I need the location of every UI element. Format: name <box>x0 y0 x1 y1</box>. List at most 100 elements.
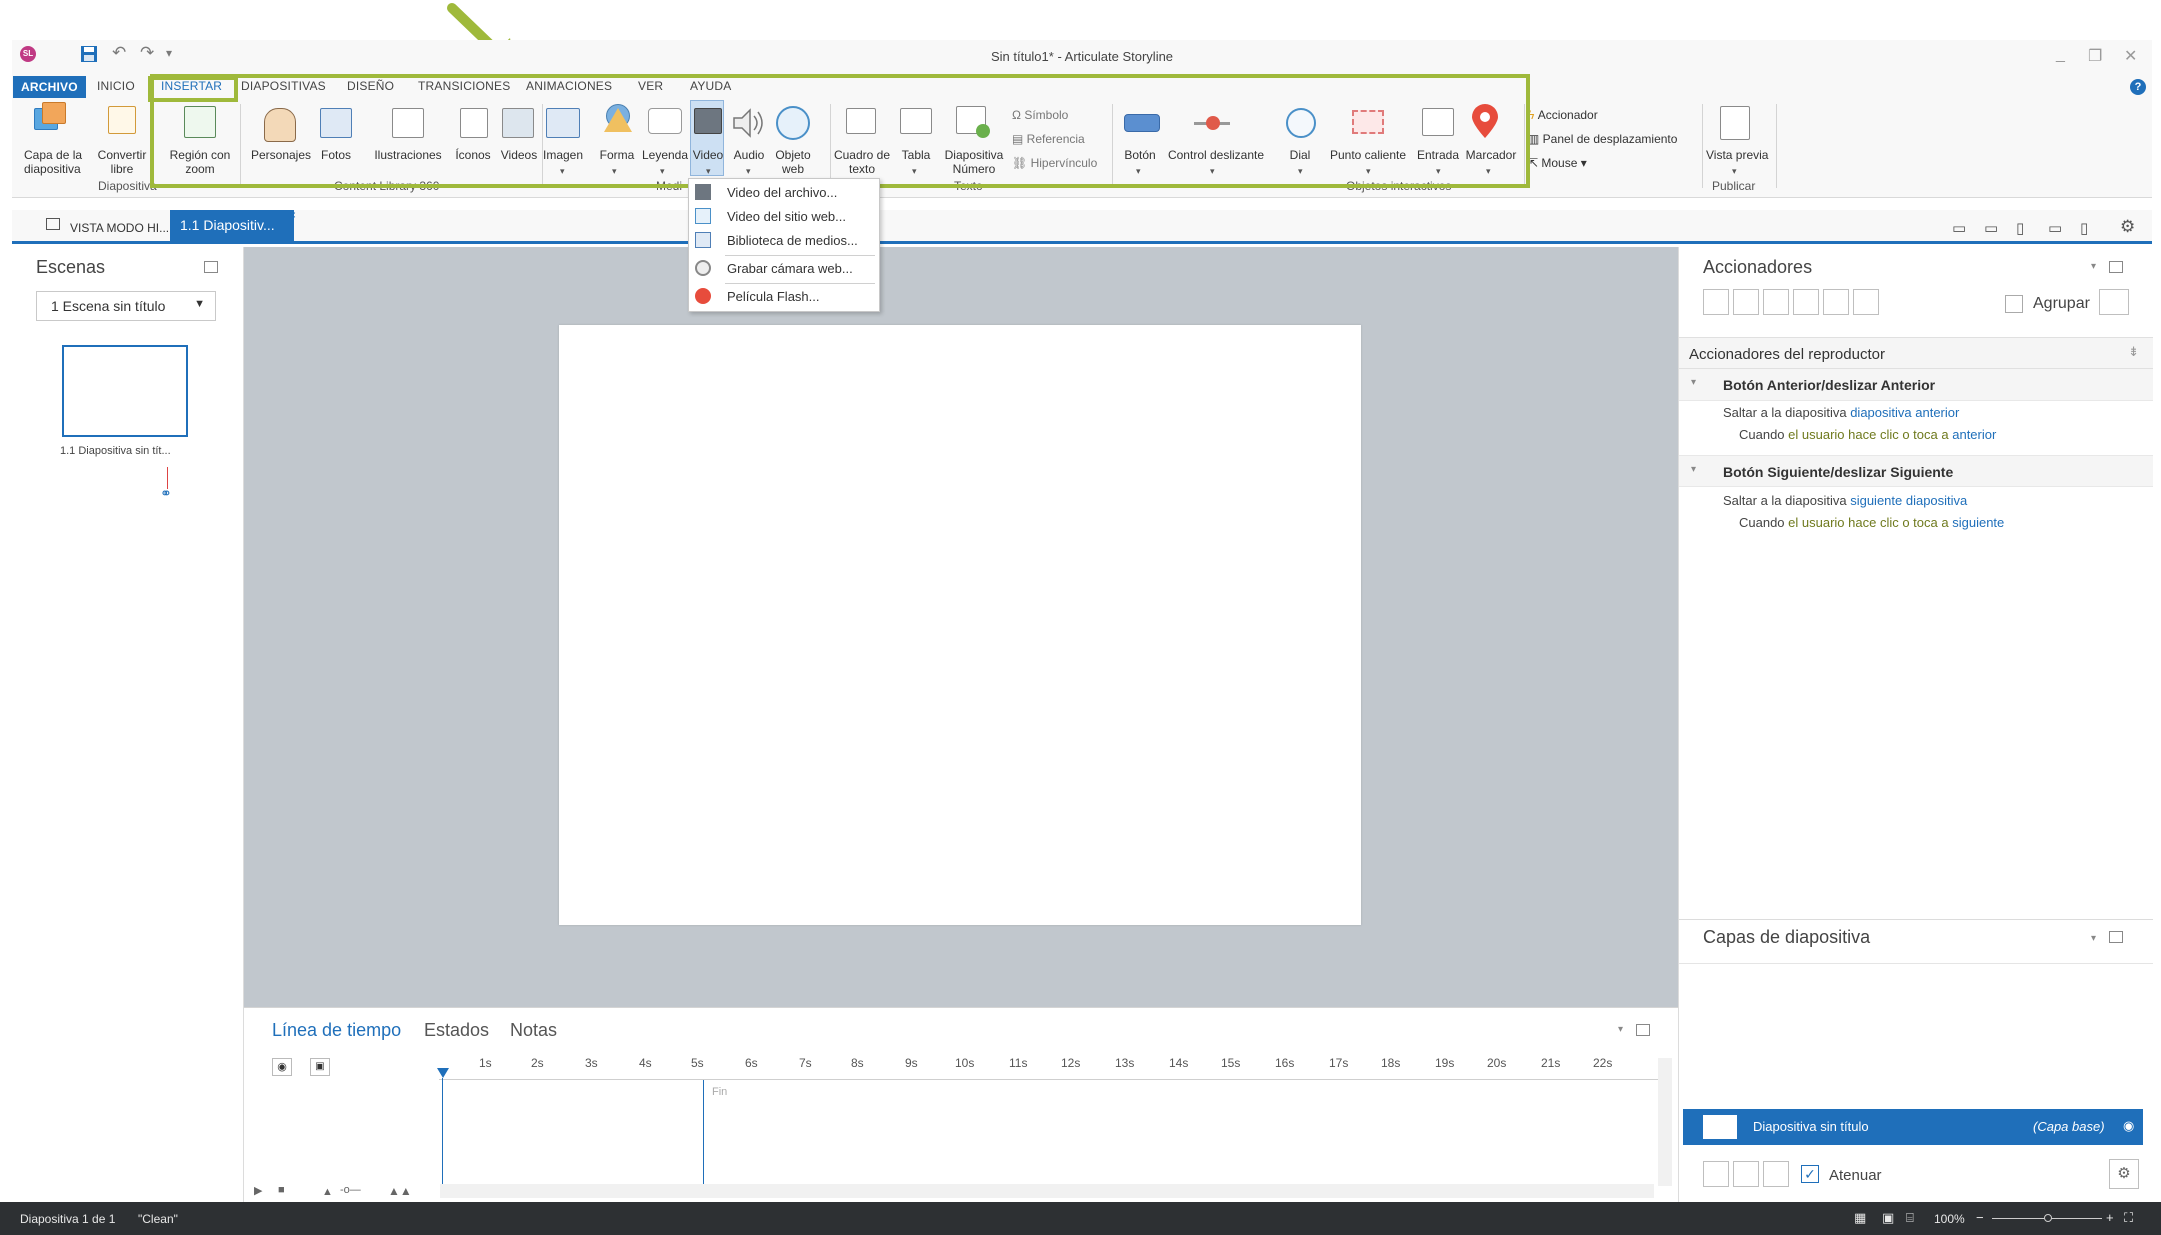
trigger-condition[interactable]: el usuario hace clic o toca a <box>1788 427 1948 442</box>
dim-checkbox[interactable]: ✓ <box>1801 1165 1819 1183</box>
horizontal-scrollbar[interactable] <box>440 1184 1654 1198</box>
trigger-condition[interactable]: el usuario hace clic o toca a <box>1788 515 1948 530</box>
tab-notes[interactable]: Notas <box>510 1020 557 1041</box>
zoom-out-icon[interactable]: ▲ <box>322 1186 333 1198</box>
story-view-icon <box>46 218 60 230</box>
help-icon[interactable]: ? <box>2130 79 2146 95</box>
collapse-all-icon[interactable]: ⇟ <box>2128 344 2139 360</box>
mouse-button[interactable]: ⇱ Mouse ▾ <box>1528 156 1587 170</box>
trigger-object[interactable]: siguiente <box>1952 515 2004 530</box>
tablet-landscape-icon[interactable]: ▭ <box>1984 219 1998 237</box>
minimize-icon[interactable]: _ <box>2056 46 2065 64</box>
scenes-title: Escenas <box>36 257 106 277</box>
duplicate-layer-icon[interactable] <box>1733 1161 1759 1187</box>
normal-view-icon[interactable]: ▦ <box>1854 1210 1866 1226</box>
panel-divider <box>1679 919 2153 920</box>
trigger-group-header[interactable]: ▾ Botón Siguiente/deslizar Siguiente <box>1679 455 2153 487</box>
paste-trigger-icon[interactable] <box>1793 289 1819 315</box>
group-checkbox[interactable] <box>2005 295 2023 313</box>
restore-icon[interactable]: ❐ <box>2088 46 2102 66</box>
stop-icon[interactable]: ■ <box>278 1184 285 1196</box>
layer-settings-icon[interactable]: ⚙ <box>2109 1159 2139 1189</box>
trigger-group-header[interactable]: ▾ Botón Anterior/deslizar Anterior <box>1679 369 2153 401</box>
menu-item-label: Biblioteca de medios... <box>727 233 858 248</box>
desktop-view-icon[interactable]: ▭ <box>1952 219 1966 237</box>
delete-trigger-icon[interactable] <box>1823 289 1849 315</box>
dim-label: Atenuar <box>1829 1167 1882 1184</box>
slide-canvas[interactable] <box>559 325 1361 925</box>
tablet-portrait-icon[interactable]: ▯ <box>2016 219 2024 237</box>
trigger-action-target[interactable]: diapositiva anterior <box>1850 405 1959 420</box>
capa-label-2: diapositiva <box>24 162 81 176</box>
eye-icon[interactable]: ◉ <box>2123 1118 2134 1134</box>
fit-window-icon[interactable]: ⛶ <box>2124 1210 2133 1226</box>
eye-icon[interactable]: ◉ <box>272 1058 292 1076</box>
slide-thumbnail[interactable] <box>62 345 188 437</box>
play-icon[interactable]: ▶ <box>254 1184 262 1197</box>
chevron-down-icon: ▾ <box>1691 377 1697 388</box>
new-trigger-icon[interactable] <box>1703 289 1729 315</box>
scene-dropdown[interactable]: 1 Escena sin título ▼ <box>36 291 216 321</box>
preview-icon <box>1720 106 1750 140</box>
zoom-out-icon[interactable]: − <box>1976 1210 1984 1225</box>
chevron-down-icon[interactable]: ▾ <box>2091 261 2096 272</box>
layer-name: Diapositiva sin título <box>1753 1119 1869 1134</box>
end-label: Fin <box>712 1086 728 1098</box>
zoom-slider-thumb[interactable] <box>2044 1214 2052 1222</box>
zoom-in-icon[interactable]: ▲▲ <box>388 1184 412 1198</box>
zoom-in-icon[interactable]: + <box>2106 1210 2114 1225</box>
delete-layer-icon[interactable] <box>1763 1161 1789 1187</box>
phone-landscape-icon[interactable]: ▭ <box>2048 219 2062 237</box>
film-icon <box>695 184 711 200</box>
layer-tag: (Capa base) <box>2033 1119 2105 1134</box>
panel-label: Panel de desplazamiento <box>1542 132 1678 146</box>
end-marker-line[interactable] <box>703 1080 704 1190</box>
tab-timeline[interactable]: Línea de tiempo <box>272 1020 401 1041</box>
close-tab-icon[interactable]: × <box>289 200 296 231</box>
trigger-action-target[interactable]: siguiente diapositiva <box>1850 493 1967 508</box>
trigger-item[interactable]: Saltar a la diapositiva diapositiva ante… <box>1679 405 2153 455</box>
timeline-panel: Línea de tiempo Estados Notas ▾ ◉ ▣ 1s 2… <box>244 1007 1678 1202</box>
trigger-item[interactable]: Saltar a la diapositiva siguiente diapos… <box>1679 493 2153 543</box>
tick-label: 12s <box>1061 1056 1081 1070</box>
tab-story-view[interactable]: VISTA MODO HI... <box>70 221 169 235</box>
phone-portrait-icon[interactable]: ▯ <box>2080 219 2088 237</box>
vertical-scrollbar[interactable] <box>1658 1058 1672 1186</box>
layer-thumbnail <box>1703 1115 1737 1139</box>
chevron-down-icon[interactable]: ▾ <box>1618 1024 1623 1035</box>
tab-archivo[interactable]: ARCHIVO <box>13 76 86 98</box>
zoom-slider[interactable]: -o— <box>340 1184 361 1196</box>
reading-view-icon[interactable]: ▣ <box>1882 1210 1894 1226</box>
base-layer-row[interactable]: Diapositiva sin título (Capa base) ◉ <box>1683 1109 2143 1145</box>
tick-label: 7s <box>799 1056 812 1070</box>
tick-label: 3s <box>585 1056 598 1070</box>
move-trigger-icon[interactable] <box>1853 289 1879 315</box>
chevron-down-icon[interactable]: ▾ <box>2091 933 2096 944</box>
panel-desplazamiento-button[interactable]: ▥ Panel de desplazamiento <box>1528 132 1677 146</box>
panel-float-icon[interactable] <box>2109 931 2123 943</box>
edit-trigger-icon[interactable] <box>1733 289 1759 315</box>
tab-slide[interactable]: 1.1 Diapositiv... × <box>170 208 296 241</box>
gear-icon[interactable]: ⚙ <box>2120 217 2135 237</box>
trigger-object[interactable]: anterior <box>1952 427 1996 442</box>
tab-inicio[interactable]: INICIO <box>97 79 135 93</box>
group-publicar: Publicar <box>1712 179 1756 193</box>
accionador-button[interactable]: ϟ Accionador <box>1528 108 1598 122</box>
panel-float-icon[interactable] <box>1636 1024 1650 1036</box>
panel-float-icon[interactable] <box>2109 261 2123 273</box>
tab-states[interactable]: Estados <box>424 1020 489 1041</box>
lock-icon[interactable]: ▣ <box>310 1058 330 1076</box>
trigger-when: Cuando <box>1739 515 1785 530</box>
panel-float-icon[interactable] <box>204 261 218 273</box>
variables-icon[interactable] <box>2099 289 2129 315</box>
tick-label: 14s <box>1169 1056 1189 1070</box>
close-icon[interactable]: ✕ <box>2124 46 2137 66</box>
copy-trigger-icon[interactable] <box>1763 289 1789 315</box>
tick-label: 2s <box>531 1056 544 1070</box>
panel-divider <box>1679 963 2153 964</box>
new-layer-icon[interactable] <box>1703 1161 1729 1187</box>
playhead-marker[interactable] <box>437 1068 449 1078</box>
trigger-action: Saltar a la diapositiva <box>1723 493 1847 508</box>
fit-icon[interactable]: ⌸ <box>1906 1210 1914 1226</box>
chevron-down-icon: ▾ <box>1691 464 1697 475</box>
